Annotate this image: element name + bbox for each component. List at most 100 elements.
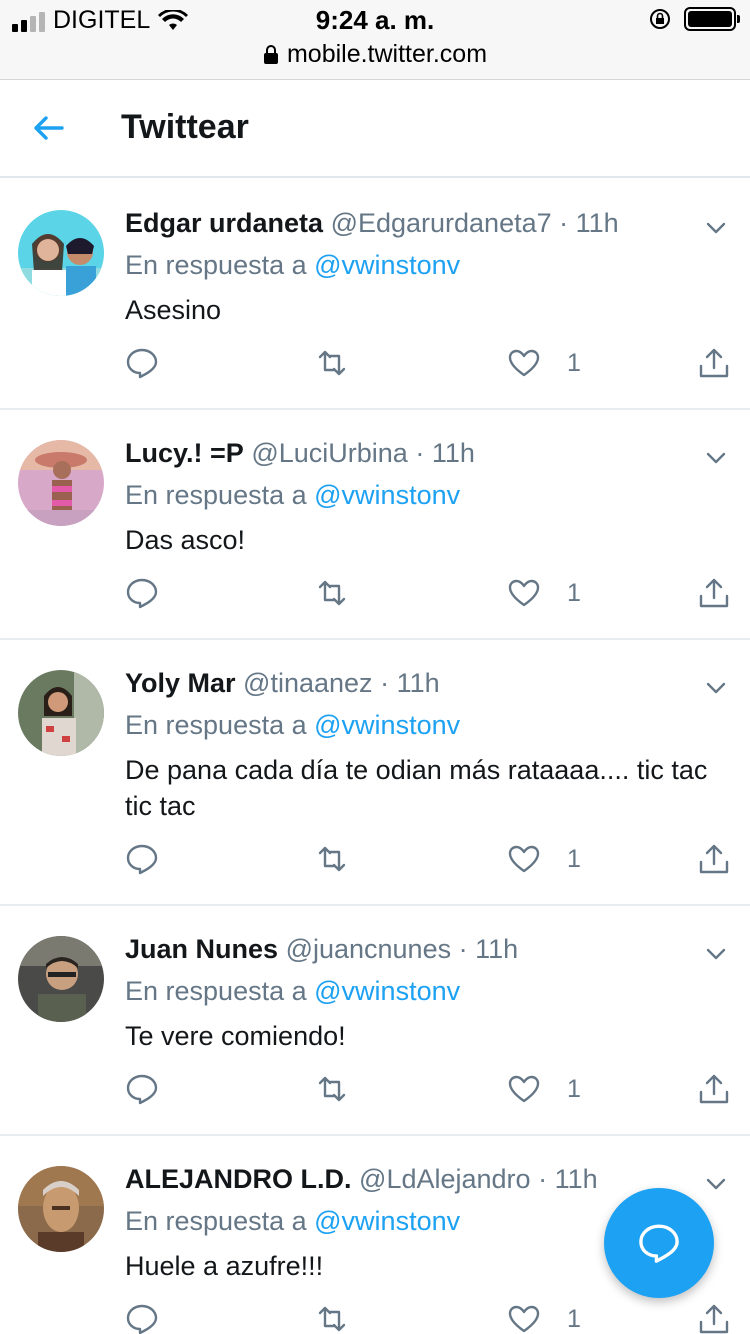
avatar[interactable] bbox=[18, 936, 104, 1022]
tweet[interactable]: Edgar urdaneta @Edgarurdaneta7 · 11h En … bbox=[0, 180, 750, 410]
tweet-header: Edgar urdaneta @Edgarurdaneta7 · 11h bbox=[125, 208, 619, 239]
tweet[interactable]: Lucy.! =P @LuciUrbina · 11h En respuesta… bbox=[0, 410, 750, 640]
like-count: 1 bbox=[567, 844, 581, 873]
heart-icon bbox=[508, 845, 540, 873]
heart-icon bbox=[508, 579, 540, 607]
author-name[interactable]: Yoly Mar bbox=[125, 668, 236, 698]
author-name[interactable]: ALEJANDRO L.D. bbox=[125, 1164, 352, 1194]
tweet-time[interactable]: 11h bbox=[576, 208, 619, 238]
reply-button[interactable] bbox=[125, 842, 159, 876]
mention-link[interactable]: @vwinstonv bbox=[314, 250, 460, 280]
author-name[interactable]: Edgar urdaneta bbox=[125, 208, 323, 238]
battery-icon bbox=[684, 7, 740, 31]
separator-dot: · bbox=[538, 1164, 548, 1194]
orientation-lock-icon bbox=[650, 9, 670, 29]
tweet-actions: 1 bbox=[125, 842, 735, 882]
separator-dot: · bbox=[458, 934, 468, 964]
avatar[interactable] bbox=[18, 440, 104, 526]
like-button[interactable]: 1 bbox=[507, 1072, 581, 1106]
retweet-button[interactable] bbox=[315, 576, 349, 610]
mention-link[interactable]: @vwinstonv bbox=[314, 480, 460, 510]
chevron-down-icon[interactable] bbox=[704, 676, 728, 700]
retweet-button[interactable] bbox=[315, 842, 349, 876]
mention-link[interactable]: @vwinstonv bbox=[314, 1206, 460, 1236]
reply-context: En respuesta a @vwinstonv bbox=[125, 480, 460, 511]
tweet-time[interactable]: 11h bbox=[432, 438, 475, 468]
author-handle[interactable]: @Edgarurdaneta7 bbox=[331, 208, 552, 238]
author-handle[interactable]: @LuciUrbina bbox=[251, 438, 407, 468]
chevron-down-icon[interactable] bbox=[704, 942, 728, 966]
tweet-header: Lucy.! =P @LuciUrbina · 11h bbox=[125, 438, 475, 469]
retweet-button[interactable] bbox=[315, 346, 349, 380]
tweet-text: De pana cada día te odian más rataaaa...… bbox=[125, 755, 708, 821]
tweet[interactable]: Yoly Mar @tinaanez · 11h En respuesta a … bbox=[0, 640, 750, 906]
reply-icon bbox=[126, 1304, 158, 1334]
like-button[interactable]: 1 bbox=[507, 576, 581, 610]
avatar[interactable] bbox=[18, 1166, 104, 1252]
address-bar[interactable]: mobile.twitter.com bbox=[0, 40, 750, 69]
share-button[interactable] bbox=[697, 1302, 731, 1334]
avatar[interactable] bbox=[18, 670, 104, 756]
share-button[interactable] bbox=[697, 576, 731, 610]
share-button[interactable] bbox=[697, 1072, 731, 1106]
reply-context: En respuesta a @vwinstonv bbox=[125, 250, 460, 281]
tweet-header: Yoly Mar @tinaanez · 11h bbox=[125, 668, 440, 699]
tweet-text: Te vere comiendo! bbox=[125, 1021, 346, 1051]
share-icon bbox=[699, 348, 729, 378]
compose-reply-icon bbox=[639, 1224, 679, 1263]
tweet-time[interactable]: 11h bbox=[475, 934, 518, 964]
separator-dot: · bbox=[380, 668, 390, 698]
reply-button[interactable] bbox=[125, 346, 159, 380]
author-handle[interactable]: @LdAlejandro bbox=[359, 1164, 531, 1194]
tweet-actions: 1 bbox=[125, 346, 735, 386]
tweet-actions: 1 bbox=[125, 576, 735, 616]
tweet-header: Juan Nunes @juancnunes · 11h bbox=[125, 934, 518, 965]
retweet-button[interactable] bbox=[315, 1072, 349, 1106]
author-name[interactable]: Lucy.! =P bbox=[125, 438, 244, 468]
heart-icon bbox=[508, 1305, 540, 1333]
chevron-down-icon[interactable] bbox=[704, 1172, 728, 1196]
mention-link[interactable]: @vwinstonv bbox=[314, 710, 460, 740]
retweet-button[interactable] bbox=[315, 1302, 349, 1334]
author-handle[interactable]: @juancnunes bbox=[286, 934, 452, 964]
reply-button[interactable] bbox=[125, 1302, 159, 1334]
back-arrow-icon[interactable] bbox=[30, 110, 66, 146]
share-icon bbox=[699, 1304, 729, 1334]
reply-icon bbox=[126, 844, 158, 875]
share-icon bbox=[699, 844, 729, 874]
share-button[interactable] bbox=[697, 842, 731, 876]
reply-prefix: En respuesta a bbox=[125, 976, 307, 1006]
clock: 9:24 a. m. bbox=[315, 5, 435, 35]
tweet-text: Das asco! bbox=[125, 525, 246, 555]
author-handle[interactable]: @tinaanez bbox=[243, 668, 373, 698]
tweet-time[interactable]: 11h bbox=[397, 668, 440, 698]
share-icon bbox=[699, 1074, 729, 1104]
like-button[interactable]: 1 bbox=[507, 346, 581, 380]
mention-link[interactable]: @vwinstonv bbox=[314, 976, 460, 1006]
author-name[interactable]: Juan Nunes bbox=[125, 934, 278, 964]
reply-button[interactable] bbox=[125, 576, 159, 610]
reply-context: En respuesta a @vwinstonv bbox=[125, 1206, 460, 1237]
reply-icon bbox=[126, 1074, 158, 1105]
share-button[interactable] bbox=[697, 346, 731, 380]
retweet-icon bbox=[318, 846, 346, 872]
tweet[interactable]: Juan Nunes @juancnunes · 11h En respuest… bbox=[0, 906, 750, 1136]
compose-reply-button[interactable] bbox=[604, 1188, 714, 1298]
tweet-time[interactable]: 11h bbox=[555, 1164, 598, 1194]
heart-icon bbox=[508, 1075, 540, 1103]
avatar[interactable] bbox=[18, 210, 104, 296]
tweet-header: ALEJANDRO L.D. @LdAlejandro · 11h bbox=[125, 1164, 598, 1195]
retweet-icon bbox=[318, 1076, 346, 1102]
chevron-down-icon[interactable] bbox=[704, 216, 728, 240]
reply-prefix: En respuesta a bbox=[125, 250, 307, 280]
like-count: 1 bbox=[567, 1304, 581, 1333]
reply-context: En respuesta a @vwinstonv bbox=[125, 976, 460, 1007]
reply-button[interactable] bbox=[125, 1072, 159, 1106]
like-button[interactable]: 1 bbox=[507, 842, 581, 876]
chevron-down-icon[interactable] bbox=[704, 446, 728, 470]
separator-dot: · bbox=[559, 208, 569, 238]
like-button[interactable]: 1 bbox=[507, 1302, 581, 1334]
like-count: 1 bbox=[567, 1074, 581, 1103]
share-icon bbox=[699, 578, 729, 608]
status-bar: DIGITEL 9:24 a. m. mobile.twitter.com bbox=[0, 0, 750, 80]
